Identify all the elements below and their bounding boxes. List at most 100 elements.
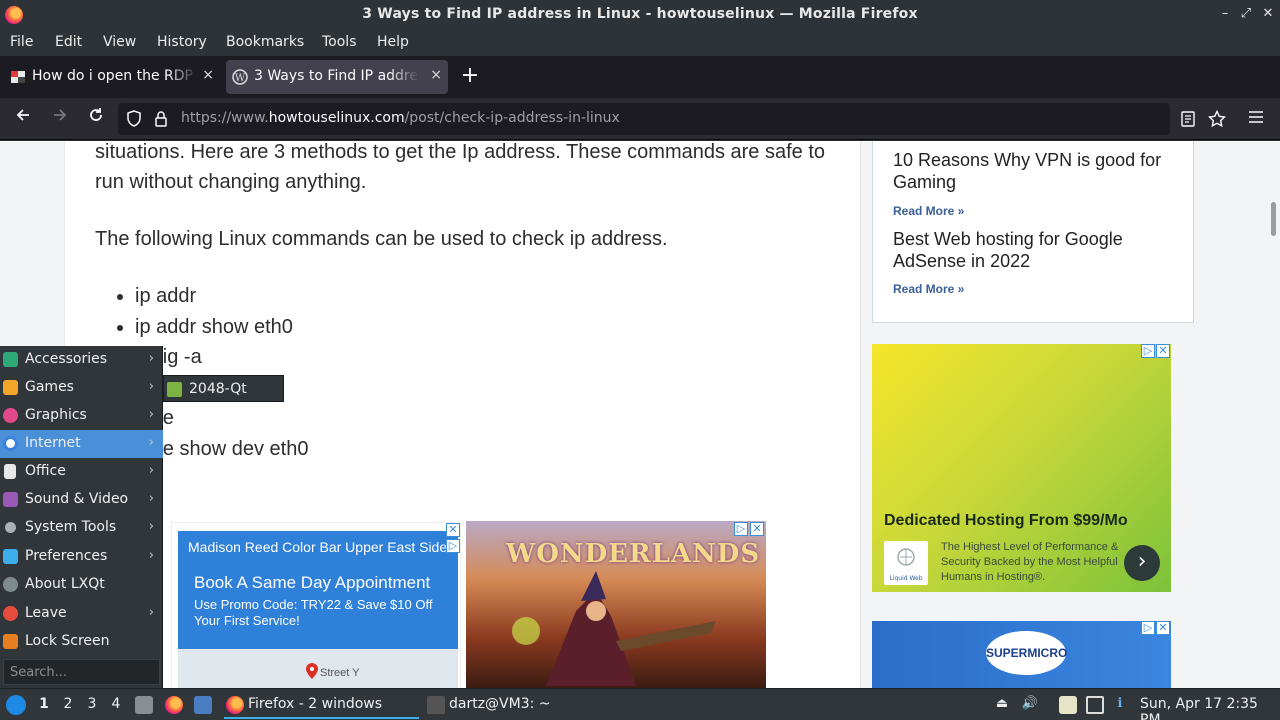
menu-help[interactable]: Help: [377, 34, 409, 50]
menu-item-lock-screen[interactable]: Lock Screen: [0, 628, 163, 656]
menu-item-leave[interactable]: Leave ›: [0, 600, 163, 628]
madison-reed-ad[interactable]: Madison Reed Color Bar Upper East Side B…: [171, 522, 461, 688]
url-text[interactable]: https://www.howtouselinux.com/post/check…: [181, 110, 620, 126]
window-title: 3 Ways to Find IP address in Linux - how…: [362, 6, 918, 22]
submenu-item-2048[interactable]: 2048-Qt: [189, 381, 247, 397]
chevron-right-icon: ›: [148, 548, 154, 563]
game-2048-icon: [167, 382, 182, 397]
read-more-link[interactable]: Read More »: [893, 282, 964, 296]
menu-history[interactable]: History: [157, 34, 207, 50]
menu-item-games[interactable]: Games ›: [0, 374, 163, 402]
menu-bookmarks[interactable]: Bookmarks: [226, 34, 304, 50]
menu-tools[interactable]: Tools: [322, 34, 357, 50]
system-tools-icon: [5, 522, 16, 533]
ad-close-icon[interactable]: ✕: [1156, 344, 1170, 358]
wonderlands-ad[interactable]: WONDERLANDS ▷ ✕: [466, 521, 766, 688]
menu-item-office[interactable]: Office ›: [0, 458, 163, 486]
ad-headline[interactable]: Dedicated Hosting From $99/Mo: [884, 512, 1128, 530]
chevron-right-icon: ›: [148, 351, 154, 366]
map-street-label: Street Y: [320, 667, 360, 679]
tab-label: How do i open the RDP p: [32, 68, 197, 84]
page-scrollbar[interactable]: [1271, 202, 1276, 236]
bookmark-star-icon[interactable]: [1208, 110, 1226, 128]
command-item: ip addr: [135, 281, 308, 312]
chevron-right-icon: ›: [148, 519, 154, 534]
lock-icon: [3, 634, 18, 649]
tracking-shield-icon[interactable]: [126, 110, 142, 128]
ad-close-icon[interactable]: ✕: [750, 522, 764, 536]
graphics-icon: [3, 408, 18, 423]
clock[interactable]: Sun, Apr 17 2:35 PM: [1140, 696, 1280, 720]
back-icon[interactable]: [10, 106, 36, 132]
desktop-switch-1[interactable]: 1: [35, 696, 53, 712]
task-firefox[interactable]: Firefox - 2 windows: [224, 691, 419, 719]
ad-small-text: Madison Reed Color Bar Upper East Side: [188, 539, 448, 555]
office-icon: [4, 464, 16, 479]
ad-map: Street Y: [178, 649, 458, 688]
notification-icon[interactable]: ℹ: [1111, 696, 1129, 714]
ad-close-icon[interactable]: ✕: [446, 523, 460, 537]
terminal-icon: [427, 696, 445, 714]
new-tab-button[interactable]: +: [458, 63, 482, 91]
desktop-switch-4[interactable]: 4: [107, 696, 125, 712]
task-terminal[interactable]: dartz@VM3: ~: [425, 691, 585, 719]
web-page-viewport[interactable]: situations. Here are 3 methods to get th…: [0, 141, 1280, 688]
chevron-right-icon: ›: [148, 407, 154, 422]
menu-item-graphics[interactable]: Graphics ›: [0, 402, 163, 430]
menu-search-input[interactable]: Search...: [3, 659, 160, 685]
menu-item-internet[interactable]: Internet ›: [0, 430, 163, 458]
menu-item-accessories[interactable]: Accessories ›: [0, 346, 163, 374]
application-menu: Accessories › Games › Graphics › Interne…: [0, 346, 163, 688]
reader-view-icon[interactable]: [1181, 111, 1195, 127]
chevron-right-icon: ›: [148, 379, 154, 394]
menu-item-sound-video[interactable]: Sound & Video ›: [0, 486, 163, 514]
menu-item-preferences[interactable]: Preferences ›: [0, 543, 163, 571]
adchoices-icon[interactable]: ▷: [446, 539, 460, 553]
recent-posts-widget: 10 Reasons Why VPN is good for Gaming Re…: [872, 141, 1194, 323]
read-more-link[interactable]: Read More »: [893, 204, 964, 218]
minimize-button[interactable]: –: [1216, 5, 1234, 23]
desktop-switch-2[interactable]: 2: [59, 696, 77, 712]
eject-icon[interactable]: ⏏: [993, 696, 1011, 714]
tab-label: 3 Ways to Find IP address: [254, 68, 419, 84]
desktop-switch-3[interactable]: 3: [83, 696, 101, 712]
adchoices-icon[interactable]: ▷: [734, 522, 748, 536]
adchoices-icon[interactable]: ▷: [1141, 621, 1155, 635]
adchoices-icon[interactable]: ▷: [1141, 344, 1155, 358]
lock-icon[interactable]: [154, 110, 168, 128]
hamburger-menu-icon[interactable]: [1243, 106, 1269, 132]
map-pin-icon: [306, 663, 318, 679]
volume-icon[interactable]: 🔊: [1021, 696, 1039, 714]
ad-close-icon[interactable]: ✕: [1156, 621, 1170, 635]
show-desktop-icon[interactable]: [194, 696, 212, 714]
chevron-right-icon: ›: [148, 463, 154, 478]
file-manager-icon[interactable]: [135, 696, 153, 714]
navigation-bar: https://www.howtouselinux.com/post/check…: [0, 98, 1280, 140]
close-window-button[interactable]: ✕: [1259, 5, 1277, 23]
menu-item-system-tools[interactable]: System Tools ›: [0, 514, 163, 542]
menu-file[interactable]: File: [10, 34, 33, 50]
lxqt-start-icon[interactable]: [6, 695, 26, 715]
tab-ip-address[interactable]: W 3 Ways to Find IP address ×: [226, 60, 448, 94]
desktop-screen: 3 Ways to Find IP address in Linux - how…: [0, 0, 1280, 720]
firefox-launcher-icon[interactable]: [165, 696, 183, 714]
liquid-web-ad[interactable]: ▷ ✕ Dedicated Hosting From $99/Mo Liquid…: [872, 344, 1171, 592]
menu-edit[interactable]: Edit: [55, 34, 82, 50]
url-bar[interactable]: https://www.howtouselinux.com/post/check…: [118, 103, 1226, 135]
tab-strip: How do i open the RDP p × W 3 Ways to Fi…: [0, 56, 1280, 98]
menu-item-about-lxqt[interactable]: About LXQt: [0, 571, 163, 599]
post-title-link[interactable]: 10 Reasons Why VPN is good for Gaming: [893, 149, 1173, 193]
post-title-link[interactable]: Best Web hosting for Google AdSense in 2…: [893, 228, 1173, 272]
tab-close-icon[interactable]: ×: [202, 67, 214, 83]
forward-icon[interactable]: [47, 106, 73, 132]
menu-view[interactable]: View: [103, 34, 136, 50]
ad-next-arrow-icon[interactable]: ›: [1124, 545, 1160, 581]
maximize-button[interactable]: ⤢: [1237, 5, 1255, 23]
clipboard-icon[interactable]: [1059, 696, 1077, 714]
tab-rdp[interactable]: How do i open the RDP p ×: [4, 60, 220, 94]
supermicro-ad[interactable]: SUPERMICRO ▷ ✕: [872, 621, 1171, 688]
tab-close-icon[interactable]: ×: [430, 67, 442, 83]
reload-icon[interactable]: [83, 106, 109, 132]
ad-headline[interactable]: Book A Same Day Appointment: [194, 573, 430, 593]
network-icon[interactable]: [1086, 696, 1104, 714]
